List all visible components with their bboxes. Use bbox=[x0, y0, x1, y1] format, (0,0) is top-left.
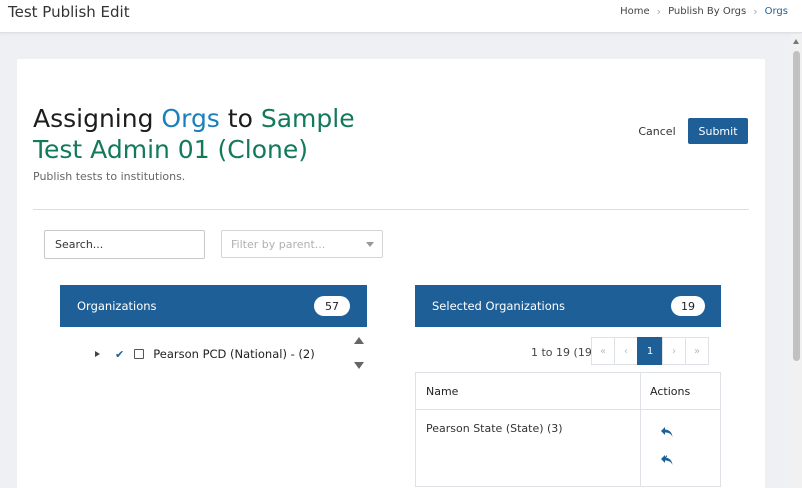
selected-organizations-table: Name Actions Pearson State (State) (3) bbox=[415, 372, 721, 487]
first-page-button[interactable]: « bbox=[591, 337, 615, 365]
breadcrumb-publish-by-orgs[interactable]: Publish By Orgs bbox=[668, 6, 746, 17]
page-1-button[interactable]: 1 bbox=[637, 337, 663, 365]
chevron-right-icon: › bbox=[753, 5, 758, 18]
scroll-down-arrow-icon[interactable] bbox=[354, 362, 364, 369]
page-subtitle: Publish tests to institutions. bbox=[33, 170, 186, 183]
pagination: « ‹ 1 › » bbox=[591, 337, 709, 365]
scrollbar-thumb[interactable] bbox=[793, 51, 800, 361]
divider bbox=[33, 209, 749, 210]
tree-item: ✔ Pearson PCD (National) - (2) bbox=[95, 346, 315, 362]
title-mid: to bbox=[219, 104, 261, 133]
top-bar: Test Publish Edit Home › Publish By Orgs… bbox=[0, 0, 802, 33]
org-checkbox[interactable] bbox=[134, 349, 145, 359]
selected-organizations-panel-header: Selected Organizations 19 bbox=[415, 285, 721, 327]
column-header-name[interactable]: Name bbox=[416, 373, 641, 409]
column-header-actions: Actions bbox=[650, 384, 691, 398]
row-actions bbox=[641, 410, 720, 486]
tree-item-label[interactable]: Pearson PCD (National) - (2) bbox=[153, 347, 314, 361]
breadcrumb-current: Orgs bbox=[764, 6, 788, 17]
checkmark-icon[interactable]: ✔ bbox=[115, 348, 124, 361]
breadcrumb-home[interactable]: Home bbox=[620, 6, 650, 17]
table-header: Name Actions bbox=[416, 373, 720, 410]
page-heading: Test Publish Edit bbox=[8, 3, 130, 21]
prev-page-button[interactable]: ‹ bbox=[614, 337, 638, 365]
selected-count-badge: 19 bbox=[671, 296, 705, 316]
title-prefix: Assigning bbox=[33, 104, 162, 133]
search-input[interactable] bbox=[44, 230, 205, 259]
caret-down-icon bbox=[366, 242, 374, 247]
submit-button[interactable]: Submit bbox=[688, 118, 748, 144]
cancel-button[interactable]: Cancel bbox=[630, 121, 684, 141]
organizations-panel-title: Organizations bbox=[77, 299, 157, 313]
organizations-panel-header: Organizations 57 bbox=[60, 285, 367, 327]
table-row: Pearson State (State) (3) bbox=[416, 410, 720, 487]
filter-by-parent-select[interactable]: Filter by parent... bbox=[221, 230, 383, 258]
filter-placeholder: Filter by parent... bbox=[231, 237, 326, 251]
breadcrumb: Home › Publish By Orgs › Orgs bbox=[620, 5, 788, 18]
scroll-up-arrow-icon[interactable] bbox=[354, 337, 364, 344]
next-page-button[interactable]: › bbox=[662, 337, 686, 365]
row-name: Pearson State (State) (3) bbox=[416, 410, 641, 486]
expand-arrow-icon[interactable] bbox=[95, 351, 100, 357]
chevron-right-icon: › bbox=[656, 5, 662, 18]
page-scrollbar[interactable] bbox=[791, 34, 802, 488]
undo-all-icon[interactable] bbox=[660, 454, 674, 466]
title-entity: Orgs bbox=[161, 104, 220, 133]
organizations-count-badge: 57 bbox=[314, 296, 350, 316]
last-page-button[interactable]: » bbox=[685, 337, 709, 365]
undo-icon[interactable] bbox=[660, 426, 674, 438]
page-title: Assigning Orgs to Sample Test Admin 01 (… bbox=[33, 103, 393, 165]
scrollbar-up-arrow-icon[interactable] bbox=[793, 39, 799, 44]
pagination-range: 1 to 19 (19) bbox=[531, 346, 597, 359]
selected-panel-title: Selected Organizations bbox=[432, 299, 566, 313]
